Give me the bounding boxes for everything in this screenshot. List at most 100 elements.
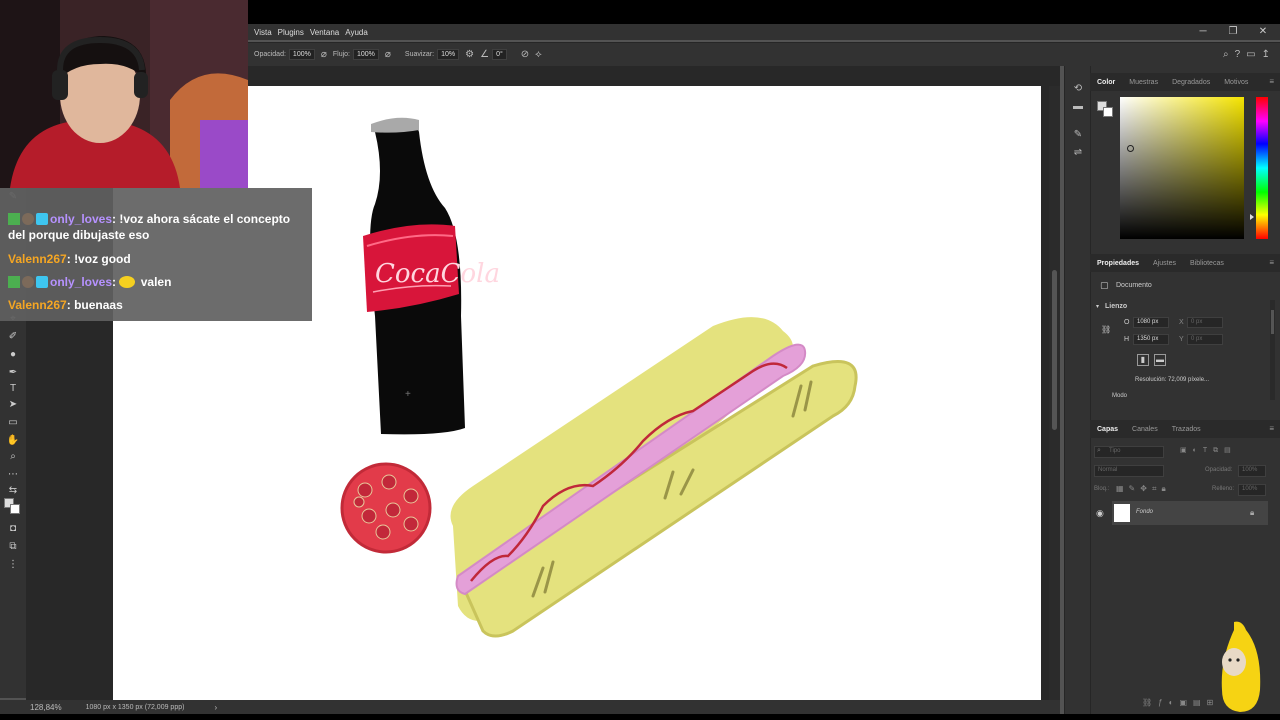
layer-filter-icons[interactable]: ▣◐T⧉▤: [1180, 446, 1237, 455]
chat-message: only_loves: !voz ahora sácate el concept…: [8, 212, 291, 242]
tab-layers[interactable]: Capas: [1090, 426, 1125, 433]
x-input[interactable]: 0 px: [1187, 317, 1223, 328]
hue-slider-handle[interactable]: [1250, 214, 1254, 220]
chat-username[interactable]: only_loves: [50, 212, 112, 226]
menu-vista[interactable]: Vista: [254, 28, 272, 37]
workspace-icon[interactable]: ▭: [1246, 49, 1255, 60]
status-arrow-icon[interactable]: ›: [214, 703, 217, 712]
lock-icons[interactable]: ▦✎✥⌗🔒︎: [1116, 484, 1171, 494]
mode-label: Modo: [1112, 393, 1128, 399]
background-color-swatch[interactable]: [10, 504, 20, 514]
restore-button[interactable]: ❐: [1218, 24, 1248, 40]
smooth-input[interactable]: 10%: [437, 49, 460, 60]
document-canvas[interactable]: CocaCola +: [113, 86, 1041, 700]
bottle-label: CocaCola: [375, 259, 500, 289]
help-icon[interactable]: ?: [1235, 49, 1241, 60]
chevron-down-icon[interactable]: ▾: [1096, 303, 1099, 310]
close-button[interactable]: ✕: [1248, 24, 1278, 40]
zoom-level[interactable]: 128,84%: [30, 703, 62, 712]
angle-input[interactable]: 0°: [492, 49, 507, 60]
screen-mode-icon[interactable]: ⧉: [5, 540, 21, 554]
chat-message: Valenn267: buenaas: [8, 298, 123, 312]
panel-menu-icon[interactable]: ≡: [1269, 258, 1274, 267]
chat-username[interactable]: Valenn267: [8, 298, 67, 312]
flow-input[interactable]: 100%: [352, 49, 379, 60]
type-tool-icon[interactable]: T: [5, 382, 21, 396]
hotdog: [450, 317, 858, 638]
chat-username[interactable]: Valenn267: [8, 252, 67, 266]
x-label: X: [1179, 319, 1184, 326]
tab-paths[interactable]: Trazados: [1165, 426, 1208, 433]
pressure-opacity-icon[interactable]: ⌀: [321, 49, 327, 60]
menu-plugins[interactable]: Plugins: [278, 28, 304, 37]
brush-cursor-icon: +: [405, 389, 411, 400]
path-select-tool-icon[interactable]: ➤: [5, 398, 21, 412]
vertical-scroll-thumb[interactable]: [1052, 270, 1057, 430]
layer-name[interactable]: Fondo: [1136, 509, 1153, 515]
pen-tool-icon[interactable]: ✒: [5, 366, 21, 380]
document-label: Documento: [1116, 282, 1152, 289]
layer-thumbnail: [1114, 504, 1130, 522]
tab-swatches[interactable]: Muestras: [1122, 79, 1165, 86]
rectangle-tool-icon[interactable]: ▭: [5, 416, 21, 430]
panel-menu-icon[interactable]: ≡: [1269, 77, 1274, 86]
share-icon[interactable]: ↥: [1262, 49, 1270, 60]
symmetry-icon[interactable]: ⟡: [535, 49, 542, 60]
layer-actions-icons[interactable]: ⛓ƒ◐▣▤⊞: [1142, 698, 1219, 707]
tab-color[interactable]: Color: [1090, 79, 1122, 86]
color-field[interactable]: [1120, 97, 1244, 239]
width-input[interactable]: 1080 px: [1133, 317, 1169, 328]
menu-ventana[interactable]: Ventana: [310, 28, 339, 37]
panel-menu-icon[interactable]: ≡: [1269, 424, 1274, 433]
airbrush-icon[interactable]: ⌀: [385, 49, 391, 60]
blend-mode-select[interactable]: Normal: [1094, 465, 1164, 477]
link-icon[interactable]: ⛓: [1101, 325, 1111, 334]
tab-gradients[interactable]: Degradados: [1165, 79, 1217, 86]
layer-opacity-label: Opacidad:: [1205, 467, 1233, 473]
panel-background-swatch[interactable]: [1103, 107, 1113, 117]
pressure-size-icon[interactable]: ⊘: [521, 49, 529, 60]
quick-mask-icon[interactable]: ◘: [5, 522, 21, 536]
badge-icon: [36, 276, 48, 288]
status-bar: 128,84% 1080 px x 1350 px (72,009 ppp) ›: [0, 700, 1060, 714]
layer-filter-input[interactable]: Tipo: [1094, 446, 1164, 458]
opacity-input[interactable]: 100%: [288, 49, 315, 60]
fill-input[interactable]: 100%: [1238, 484, 1266, 496]
menu-ayuda[interactable]: Ayuda: [345, 28, 368, 37]
zoom-tool-icon[interactable]: ⌕: [5, 450, 21, 464]
stream-chat-overlay: only_loves: !voz ahora sácate el concept…: [0, 188, 312, 321]
hand-tool-icon[interactable]: ✋: [5, 434, 21, 448]
layer-opacity-input[interactable]: 100%: [1238, 465, 1266, 477]
portrait-orientation-icon[interactable]: ▮: [1137, 354, 1149, 366]
chat-text: buenaas: [74, 298, 123, 312]
landscape-orientation-icon[interactable]: ▬: [1154, 354, 1166, 366]
edit-toolbar-icon[interactable]: ⋮: [5, 558, 21, 572]
chat-username[interactable]: only_loves: [50, 275, 112, 289]
bottom-strip: [0, 714, 1280, 720]
search-icon[interactable]: ⌕: [1223, 49, 1229, 60]
history-icon[interactable]: ⟲: [1071, 82, 1085, 96]
color-picker-handle[interactable]: [1127, 145, 1134, 152]
tab-patterns[interactable]: Motivos: [1217, 79, 1255, 86]
minimize-button[interactable]: ─: [1188, 24, 1218, 40]
eye-icon[interactable]: ◉: [1096, 508, 1104, 519]
webcam-overlay: [0, 0, 248, 188]
tab-adjustments[interactable]: Ajustes: [1146, 260, 1183, 267]
brush-tool-icon[interactable]: ✐: [5, 330, 21, 344]
flow-label: Flujo:: [332, 51, 350, 58]
y-input[interactable]: 0 px: [1187, 334, 1223, 345]
tab-properties[interactable]: Propiedades: [1090, 260, 1146, 267]
comments-icon[interactable]: ▬: [1071, 100, 1085, 114]
tab-channels[interactable]: Canales: [1125, 426, 1165, 433]
hue-slider[interactable]: [1256, 97, 1268, 239]
tab-libraries[interactable]: Bibliotecas: [1183, 260, 1231, 267]
dodge-tool-icon[interactable]: ●: [5, 348, 21, 362]
adjustments-icon[interactable]: ⇌: [1071, 146, 1085, 160]
more-tools-icon[interactable]: ⋯: [5, 468, 21, 482]
brush-settings-icon[interactable]: ✎: [1071, 128, 1085, 142]
height-input[interactable]: 1350 px: [1133, 334, 1169, 345]
gear-icon[interactable]: ⚙: [465, 49, 474, 60]
properties-scroll-thumb[interactable]: [1271, 310, 1274, 334]
color-panel-tabs: Color Muestras Degradados Motivos ≡: [1090, 73, 1280, 91]
swap-colors-icon[interactable]: ⇆: [5, 484, 21, 498]
